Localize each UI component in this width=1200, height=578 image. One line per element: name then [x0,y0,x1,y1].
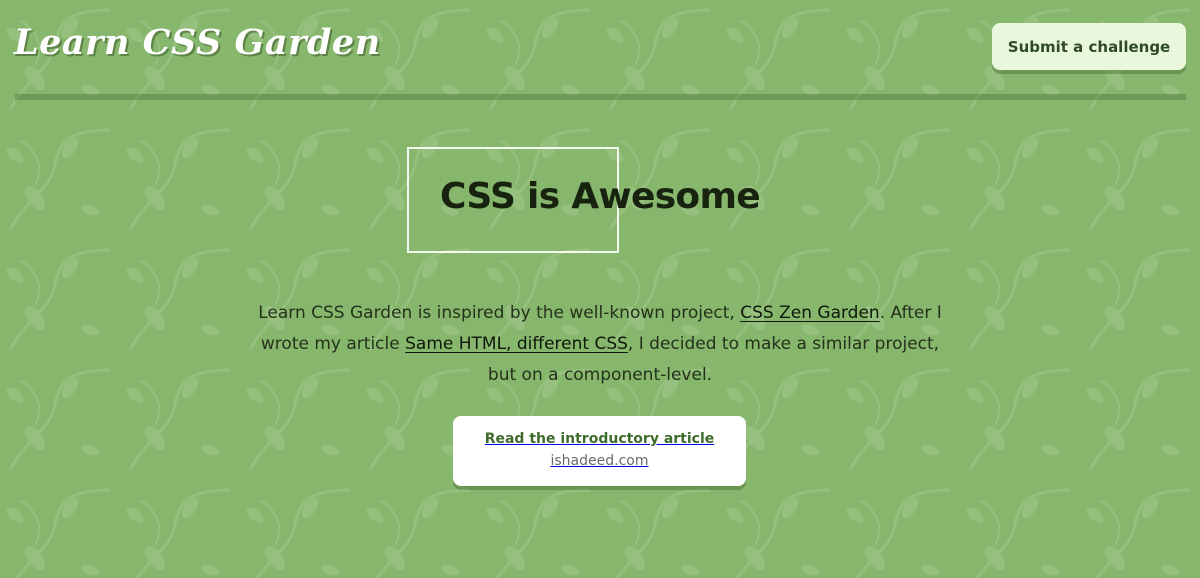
introductory-article-card[interactable]: Read the introductory article ishadeed.c… [453,416,746,486]
intro-paragraph: Learn CSS Garden is inspired by the well… [250,298,950,391]
article-source: ishadeed.com [550,453,649,469]
submit-challenge-button[interactable]: Submit a challenge [992,23,1186,70]
site-logo[interactable]: Learn CSS Garden [14,22,381,63]
css-zen-garden-link[interactable]: CSS Zen Garden [740,303,879,323]
intro-text-start: Learn CSS Garden is inspired by the well… [258,303,741,323]
hero-title: CSS is Awesome [440,176,761,217]
article-title: Read the introductory article [484,431,715,447]
site-header: Learn CSS Garden Submit a challenge [0,0,1200,100]
same-html-different-css-link[interactable]: Same HTML, different CSS [405,334,628,354]
header-divider [15,94,1186,100]
